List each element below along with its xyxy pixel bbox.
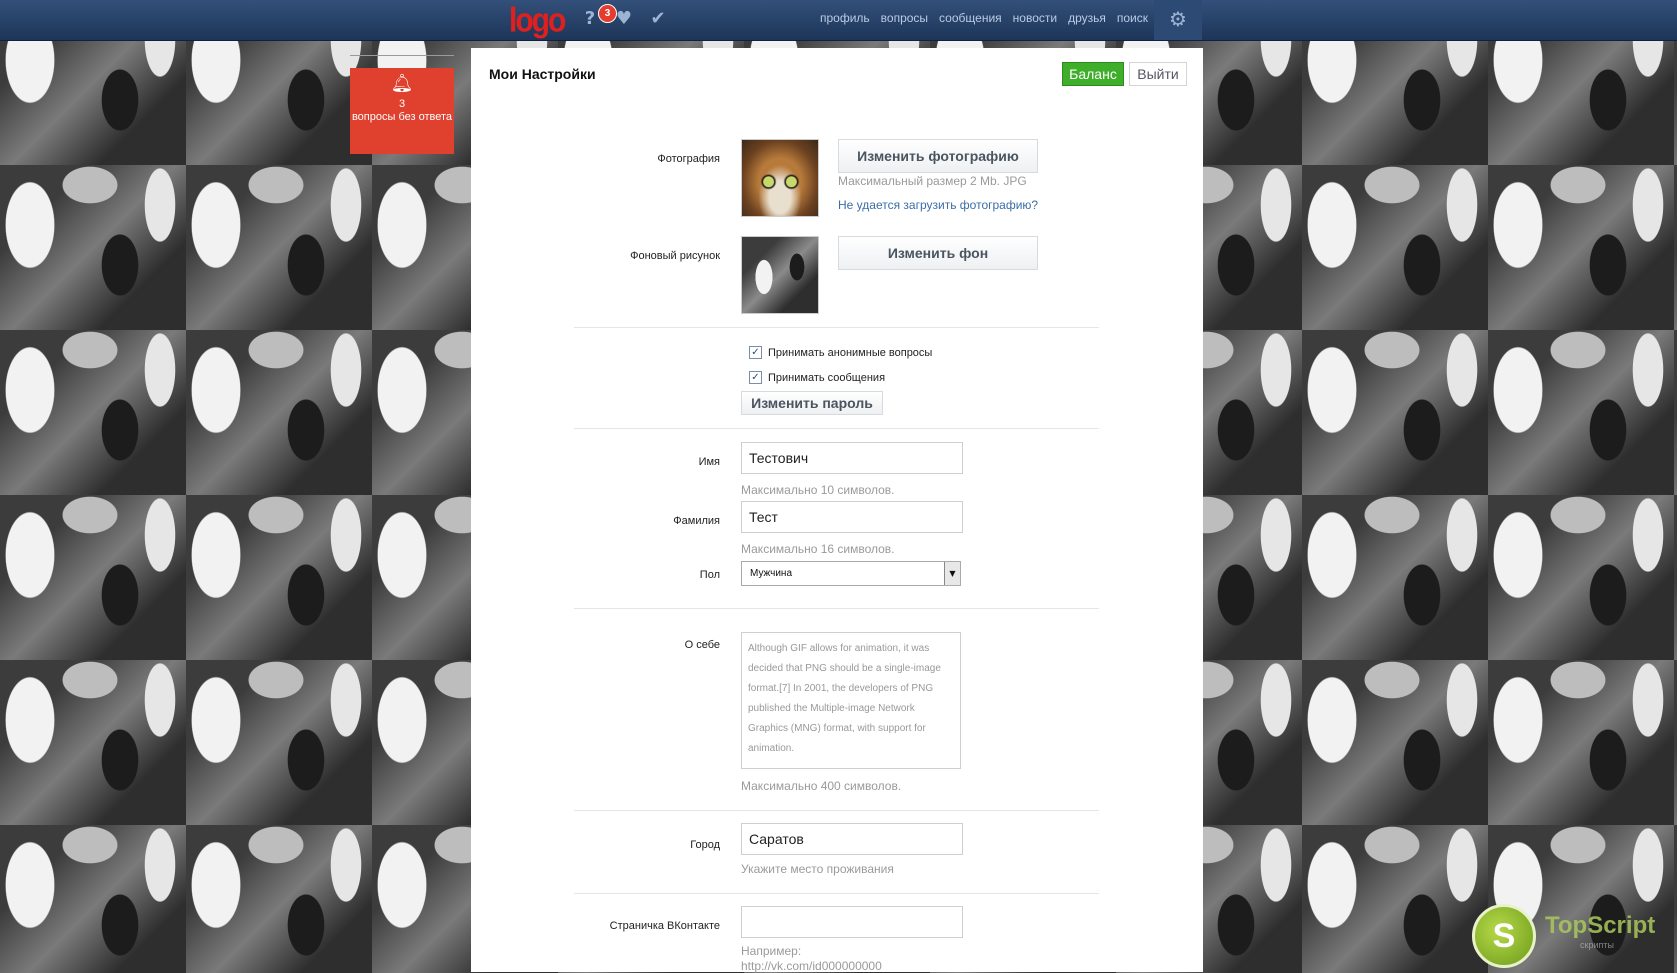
nav-link-friends[interactable]: друзья <box>1068 11 1106 25</box>
bell-icon: 🔔︎ <box>390 73 414 94</box>
messages-option[interactable]: ✓ Принимать сообщения <box>749 371 885 384</box>
photo-label: Фотография <box>657 153 720 165</box>
divider <box>574 428 1099 429</box>
divider <box>350 55 454 56</box>
profile-photo <box>741 139 819 217</box>
vk-hint-example: http://vk.com/id000000000 <box>741 959 882 973</box>
heart-icon[interactable]: ♥ <box>613 8 635 30</box>
surname-label: Фамилия <box>673 515 720 527</box>
nav-link-questions[interactable]: вопросы <box>881 11 928 25</box>
watermark-logo: S <box>1472 904 1536 968</box>
vk-label: Страничка ВКонтакте <box>609 920 720 932</box>
name-hint: Максимально 10 символов. <box>741 483 895 497</box>
messages-label: Принимать сообщения <box>768 371 886 384</box>
page-title: Мои Настройки <box>489 66 596 82</box>
about-hint: Максимально 400 символов. <box>741 779 902 793</box>
unanswered-questions-widget[interactable]: 🔔︎ 3 вопросы без ответа <box>350 68 454 154</box>
settings-panel: Мои Настройки Баланс Выйти Фотография Из… <box>471 48 1203 973</box>
about-label: О себе <box>684 639 720 651</box>
logout-button[interactable]: Выйти <box>1129 62 1187 86</box>
background-thumbnail <box>741 236 819 314</box>
name-label: Имя <box>698 456 720 468</box>
watermark-subtext: скрипты <box>1580 940 1614 950</box>
chevron-down-icon[interactable]: ▼ <box>944 562 960 585</box>
divider <box>574 608 1099 609</box>
name-input[interactable]: Тестович <box>741 442 963 474</box>
gender-select[interactable]: Мужчина ▼ <box>741 561 961 586</box>
unanswered-count: 3 <box>398 98 406 110</box>
divider <box>574 893 1099 894</box>
divider <box>574 327 1099 328</box>
messages-checkbox[interactable]: ✓ <box>749 371 762 384</box>
gender-selected-value: Мужчина <box>750 568 793 579</box>
nav-link-news[interactable]: новости <box>1013 11 1057 25</box>
change-background-button[interactable]: Изменить фон <box>838 236 1038 270</box>
main-nav: профиль вопросы сообщения новости друзья… <box>820 11 1148 25</box>
city-label: Город <box>690 839 720 851</box>
surname-input[interactable]: Тест <box>741 501 963 533</box>
settings-gear-icon[interactable]: ⚙ <box>1154 0 1202 40</box>
nav-link-profile[interactable]: профиль <box>820 11 870 25</box>
watermark-text: TopScript <box>1545 912 1656 939</box>
change-photo-button[interactable]: Изменить фотографию <box>838 139 1038 173</box>
surname-hint: Максимально 16 символов. <box>741 542 895 556</box>
anon-questions-label: Принимать анонимные вопросы <box>768 346 933 359</box>
top-navigation-bar: logo ? 3 ♥ ✔ профиль вопросы сообщения н… <box>0 0 1677 41</box>
divider <box>574 810 1099 811</box>
check-icon[interactable]: ✔ <box>647 8 669 30</box>
site-logo[interactable]: logo <box>509 1 566 40</box>
unanswered-text: вопросы без ответа <box>351 111 453 123</box>
nav-link-messages[interactable]: сообщения <box>939 11 1002 25</box>
anon-questions-checkbox[interactable]: ✓ <box>749 346 762 359</box>
about-textarea[interactable]: Although GIF allows for animation, it wa… <box>741 632 961 769</box>
city-hint: Укажите место проживания <box>741 862 894 876</box>
photo-help-link[interactable]: Не удается загрузить фотографию? <box>838 198 1038 212</box>
vk-input[interactable] <box>741 906 963 938</box>
vk-hint-prefix: Например: <box>741 944 802 958</box>
city-input[interactable]: Саратов <box>741 823 963 855</box>
anon-questions-option[interactable]: ✓ Принимать анонимные вопросы <box>749 346 932 359</box>
balance-button[interactable]: Баланс <box>1062 62 1124 86</box>
nav-link-search[interactable]: поиск <box>1117 11 1148 25</box>
photo-size-hint: Максимальный размер 2 Mb. JPG <box>838 174 1027 188</box>
background-label: Фоновый рисунок <box>630 250 720 262</box>
gender-label: Пол <box>699 569 720 581</box>
change-password-button[interactable]: Изменить пароль <box>741 391 883 415</box>
